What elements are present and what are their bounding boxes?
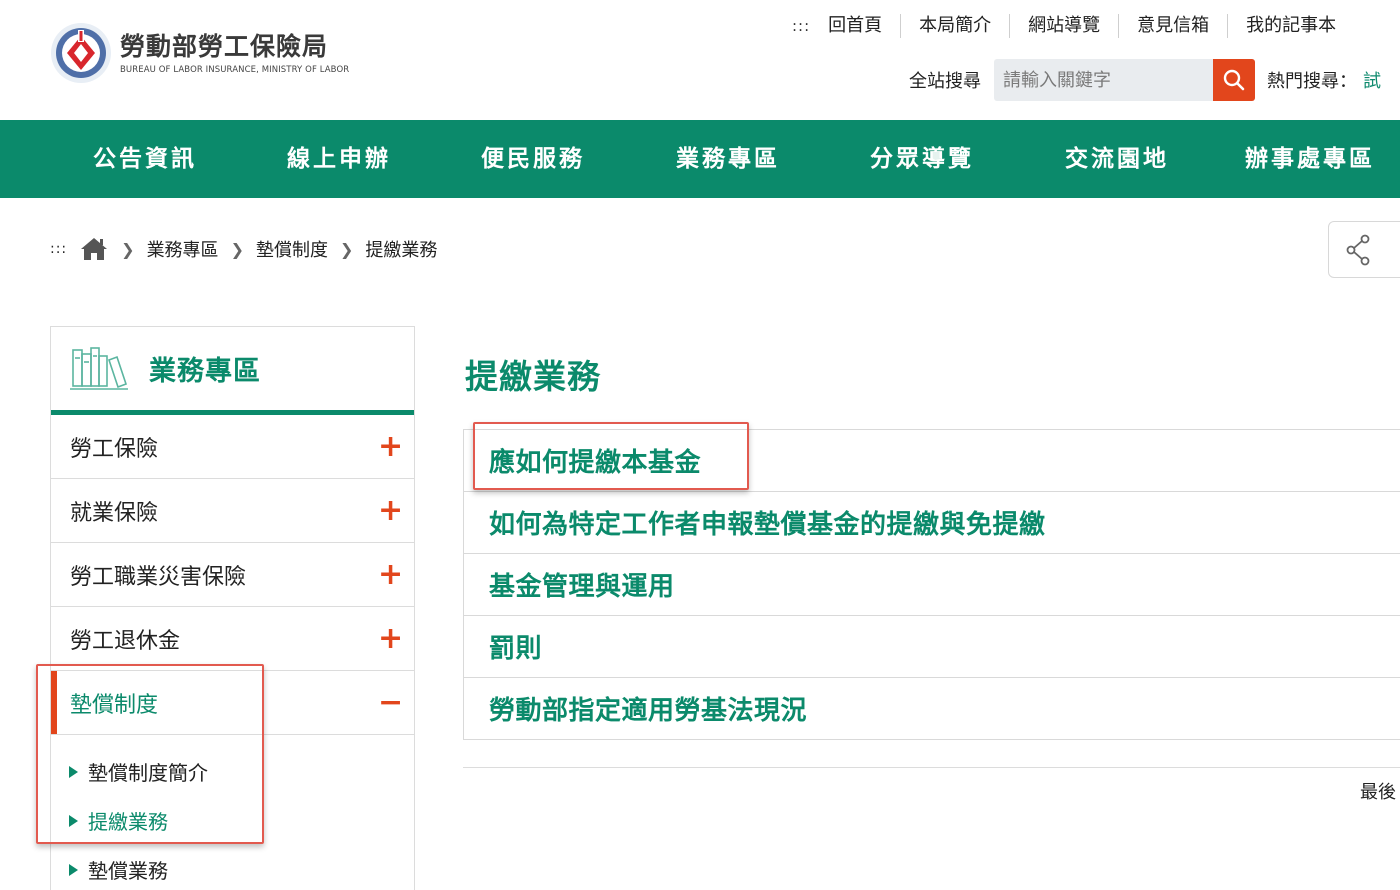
hot-search-term[interactable]: 試 [1363,67,1381,93]
link-penalties[interactable]: 罰則 [464,616,1400,678]
accesskey-dots[interactable]: ::: [792,17,810,35]
sidebar-title: 業務專區 [149,356,261,387]
breadcrumb-current: 提繳業務 [365,240,438,261]
nav-community[interactable]: 交流園地 [1065,120,1169,198]
nav-public-services[interactable]: 便民服務 [481,120,585,198]
triangle-right-icon [69,863,78,876]
feedback-link[interactable]: 意見信箱 [1118,14,1227,38]
search-button[interactable] [1213,59,1255,101]
nav-online-services[interactable]: 線上申辦 [287,120,391,198]
triangle-right-icon [69,765,78,778]
search-input[interactable] [994,59,1213,101]
sidebar-item-wage-fund[interactable]: 墊償制度 − [51,671,414,735]
sidebar-item-label: 勞工退休金 [70,628,181,654]
sidebar-subitem-label: 墊償業務 [88,859,168,883]
nav-audience-guide[interactable]: 分眾導覽 [870,120,974,198]
home-icon[interactable] [79,236,109,262]
chevron-right-icon: ❯ [230,239,244,259]
sidebar-subitem-contribution[interactable]: 提繳業務 [51,796,414,845]
breadcrumb-wage-fund[interactable]: 墊償制度 [256,236,328,262]
site-header: 勞動部勞工保險局 BUREAU OF LABOR INSURANCE, MINI… [0,0,1400,120]
sidebar-header: 業務專區 [51,327,414,415]
sidebar-sublist: 墊償制度簡介 提繳業務 墊償業務 [51,735,414,890]
hot-search-label: 熱門搜尋： [1267,71,1357,92]
logo-title: 勞動部勞工保險局 [120,31,329,61]
search-icon [1223,69,1245,91]
content-link-list: 應如何提繳本基金 如何為特定工作者申報墊償基金的提繳與免提繳 基金管理與運用 罰… [463,429,1400,740]
triangle-right-icon [69,814,78,827]
sidebar-item-label: 勞工職業災害保險 [70,564,247,590]
breadcrumb: ::: ❯ 業務專區 ❯ 墊償制度 ❯ 提繳業務 [50,234,437,264]
content-divider [463,767,1400,768]
sitemap-link[interactable]: 網站導覽 [1009,14,1118,38]
nav-announcements[interactable]: 公告資訊 [93,120,197,198]
sidebar-item-employment-insurance[interactable]: 就業保險 + [51,479,414,543]
share-icon [1346,234,1370,266]
search-label: 全站搜尋 [909,71,981,92]
breadcrumb-business-area[interactable]: 業務專區 [147,236,219,262]
home-link[interactable]: 回首頁 [828,14,900,38]
plus-icon[interactable]: + [378,559,403,590]
minus-icon[interactable]: − [378,687,403,718]
link-special-workers[interactable]: 如何為特定工作者申報墊償基金的提繳與免提繳 [464,492,1400,554]
sidebar-item-label: 就業保險 [70,500,159,526]
plus-icon[interactable]: + [378,495,403,526]
nav-offices[interactable]: 辦事處專區 [1245,120,1375,198]
breadcrumb-accesskey-dots[interactable]: ::: [50,241,67,257]
bli-logo-icon [51,23,111,83]
sidebar-subitem-advance-payment[interactable]: 墊償業務 [51,845,414,890]
sidebar: 業務專區 勞工保險 + 就業保險 + 勞工職業災害保險 + 勞工退休金 + 墊償… [50,326,415,890]
books-icon [70,346,128,390]
about-link[interactable]: 本局簡介 [900,14,1009,38]
share-button[interactable] [1328,221,1400,278]
sidebar-item-occupational-accident[interactable]: 勞工職業災害保險 + [51,543,414,607]
page-title: 提繳業務 [465,357,601,396]
link-fund-management[interactable]: 基金管理與運用 [464,554,1400,616]
logo-subtitle: BUREAU OF LABOR INSURANCE, MINISTRY OF L… [120,64,350,75]
main-nav: 公告資訊 線上申辦 便民服務 業務專區 分眾導覽 交流園地 辦事處專區 [0,120,1400,198]
chevron-right-icon: ❯ [121,239,135,259]
nav-business-area[interactable]: 業務專區 [676,120,780,198]
plus-icon[interactable]: + [378,623,403,654]
chevron-right-icon: ❯ [339,239,354,259]
notebook-link[interactable]: 我的記事本 [1227,14,1354,38]
sidebar-subitem-intro[interactable]: 墊償制度簡介 [51,747,414,796]
plus-icon[interactable]: + [378,431,403,462]
sidebar-item-label: 墊償制度 [70,692,159,718]
link-how-to-contribute[interactable]: 應如何提繳本基金 [464,430,1400,492]
search-bar: 全站搜尋 熱門搜尋： 試 [909,59,1381,101]
sidebar-item-label: 勞工保險 [70,436,159,462]
last-update-label: 最後 [1360,782,1396,803]
sidebar-item-labor-insurance[interactable]: 勞工保險 + [51,415,414,479]
sidebar-subitem-label: 提繳業務 [88,810,168,834]
sidebar-item-pension[interactable]: 勞工退休金 + [51,607,414,671]
utility-nav: ::: 回首頁 本局簡介 網站導覽 意見信箱 我的記事本 [792,12,1354,40]
sidebar-subitem-label: 墊償制度簡介 [88,761,208,785]
site-logo[interactable]: 勞動部勞工保險局 BUREAU OF LABOR INSURANCE, MINI… [50,22,349,84]
link-labor-standards-status[interactable]: 勞動部指定適用勞基法現況 [464,678,1400,740]
